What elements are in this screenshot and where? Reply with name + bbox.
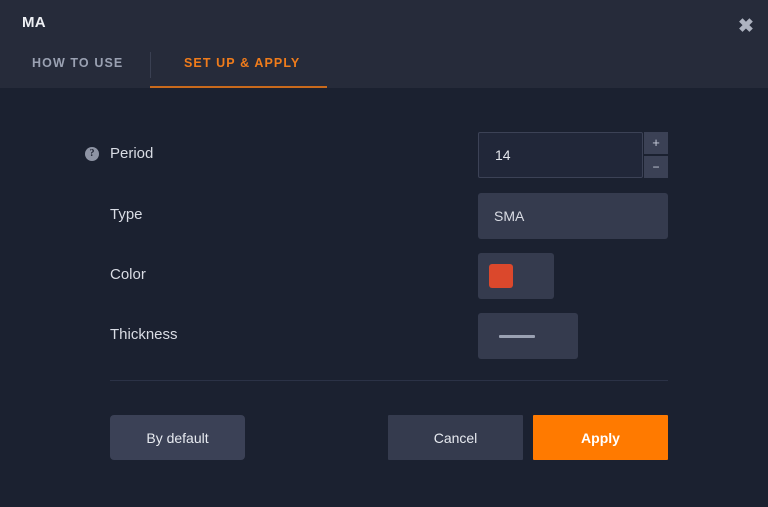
cancel-button[interactable]: Cancel: [388, 415, 523, 460]
period-decrement-button[interactable]: −: [644, 156, 668, 178]
apply-button[interactable]: Apply: [533, 415, 668, 460]
tab-separator: [150, 52, 151, 78]
footer-divider: [110, 380, 668, 381]
by-default-button[interactable]: By default: [110, 415, 245, 460]
form-row-period: ? Period + −: [0, 130, 768, 178]
close-icon[interactable]: ✖: [732, 12, 760, 40]
tab-bar: HOW TO USE SET UP & APPLY: [0, 50, 768, 88]
line-thickness-preview-icon: [499, 335, 535, 338]
period-stepper: + −: [644, 132, 668, 178]
thickness-dropdown[interactable]: [478, 313, 578, 359]
color-dropdown[interactable]: [478, 253, 554, 299]
dialog-body: ? Period + − Type SMA Color Thickness: [0, 88, 768, 507]
period-input-wrapper: [478, 132, 643, 178]
tab-set-up-apply[interactable]: SET UP & APPLY: [184, 50, 300, 88]
tab-how-to-use[interactable]: HOW TO USE: [32, 50, 123, 88]
color-swatch[interactable]: [489, 264, 513, 288]
form-row-color: Color: [0, 251, 768, 299]
color-label: Color: [110, 251, 146, 299]
thickness-label: Thickness: [110, 311, 178, 359]
period-label: Period: [110, 130, 153, 178]
page-title: MA: [22, 14, 46, 31]
form-row-type: Type SMA: [0, 191, 768, 239]
type-dropdown[interactable]: SMA: [478, 193, 668, 239]
help-circle-icon[interactable]: ?: [85, 147, 99, 161]
type-label: Type: [110, 191, 143, 239]
period-input[interactable]: [479, 133, 642, 177]
type-selected-value: SMA: [494, 193, 524, 239]
dialog-header: MA ✖ HOW TO USE SET UP & APPLY: [0, 0, 768, 88]
period-increment-button[interactable]: +: [644, 132, 668, 154]
form-row-thickness: Thickness: [0, 311, 768, 359]
